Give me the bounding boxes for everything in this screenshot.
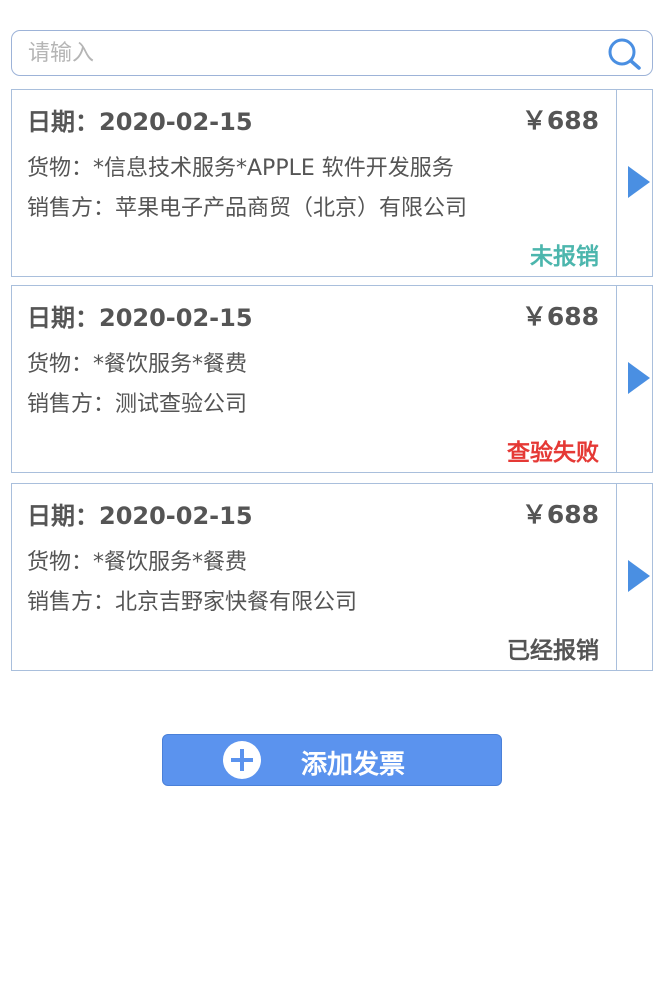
invoice-card[interactable]: 日期：2020-02-15 ￥688 货物：*餐饮服务*餐费 销售方：北京吉野家… bbox=[11, 483, 653, 671]
invoice-date: 日期：2020-02-15 bbox=[27, 502, 253, 530]
invoice-amount: ￥688 bbox=[521, 106, 599, 135]
search-bar bbox=[11, 30, 653, 76]
invoice-seller: 销售方：苹果电子产品商贸（北京）有限公司 bbox=[27, 196, 468, 221]
invoice-card[interactable]: 日期：2020-02-15 ￥688 货物：*信息技术服务*APPLE 软件开发… bbox=[11, 89, 653, 277]
invoice-goods: 货物：*餐饮服务*餐费 bbox=[27, 352, 248, 377]
card-detail-button[interactable] bbox=[616, 90, 652, 276]
card-detail-button[interactable] bbox=[616, 286, 652, 472]
invoice-seller: 销售方：北京吉野家快餐有限公司 bbox=[27, 590, 358, 615]
chevron-right-icon bbox=[628, 560, 650, 592]
invoice-amount: ￥688 bbox=[521, 302, 599, 331]
invoice-card-body[interactable]: 日期：2020-02-15 ￥688 货物：*信息技术服务*APPLE 软件开发… bbox=[12, 90, 617, 276]
invoice-date: 日期：2020-02-15 bbox=[27, 304, 253, 332]
status-badge: 查验失败 bbox=[507, 440, 599, 466]
chevron-right-icon bbox=[628, 362, 650, 394]
invoice-date: 日期：2020-02-15 bbox=[27, 108, 253, 136]
chevron-right-icon bbox=[628, 166, 650, 198]
add-invoice-button[interactable]: 添加发票 bbox=[162, 734, 502, 786]
status-badge: 未报销 bbox=[530, 244, 599, 270]
invoice-goods: 货物：*餐饮服务*餐费 bbox=[27, 550, 248, 575]
search-input[interactable] bbox=[26, 31, 590, 76]
search-icon[interactable] bbox=[606, 37, 642, 71]
invoice-goods: 货物：*信息技术服务*APPLE 软件开发服务 bbox=[27, 156, 454, 181]
add-invoice-label: 添加发票 bbox=[301, 750, 406, 780]
card-detail-button[interactable] bbox=[616, 484, 652, 670]
invoice-card-body[interactable]: 日期：2020-02-15 ￥688 货物：*餐饮服务*餐费 销售方：北京吉野家… bbox=[12, 484, 617, 670]
invoice-card-body[interactable]: 日期：2020-02-15 ￥688 货物：*餐饮服务*餐费 销售方：测试查验公… bbox=[12, 286, 617, 472]
invoice-seller: 销售方：测试查验公司 bbox=[27, 392, 248, 417]
invoice-list-page: 日期：2020-02-15 ￥688 货物：*信息技术服务*APPLE 软件开发… bbox=[0, 0, 665, 986]
plus-circle-icon bbox=[223, 741, 261, 779]
status-badge: 已经报销 bbox=[507, 638, 599, 664]
invoice-amount: ￥688 bbox=[521, 500, 599, 529]
invoice-card[interactable]: 日期：2020-02-15 ￥688 货物：*餐饮服务*餐费 销售方：测试查验公… bbox=[11, 285, 653, 473]
